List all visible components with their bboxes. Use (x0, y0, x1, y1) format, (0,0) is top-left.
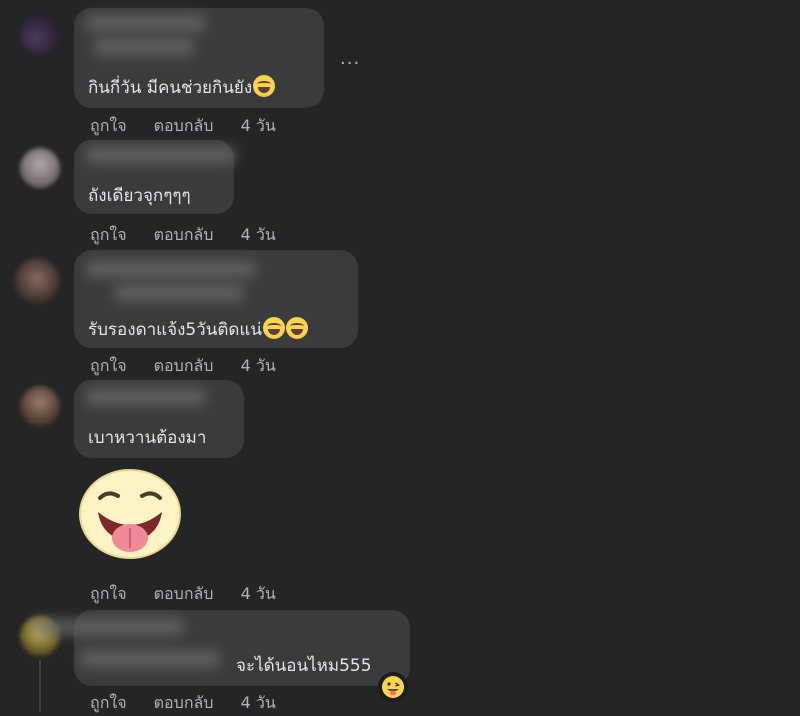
commenter-name-blurred (114, 284, 244, 302)
like-button[interactable]: ถูกใจ (90, 584, 127, 603)
comment-bubble: กินกี่วัน มีคนช่วยกินยัง (74, 8, 324, 108)
commenter-name-blurred (86, 14, 206, 32)
laugh-cry-emoji-icon (253, 75, 276, 97)
timestamp[interactable]: 4 วัน (241, 693, 276, 712)
timestamp[interactable]: 4 วัน (241, 225, 276, 244)
more-options-icon[interactable]: ... (340, 48, 360, 69)
reply-button[interactable]: ตอบกลับ (154, 693, 214, 712)
tongue-out-sticker-icon (79, 469, 181, 559)
avatar[interactable] (20, 14, 60, 54)
comment-actions: ถูกใจ ตอบกลับ 4 วัน (90, 354, 298, 379)
reply-button[interactable]: ตอบกลับ (154, 116, 214, 135)
timestamp[interactable]: 4 วัน (241, 356, 276, 375)
laugh-cry-emoji-icon (286, 317, 309, 339)
comment-text: รับรองดาแจ้ง5วันติดแน่ (88, 316, 309, 343)
like-button[interactable]: ถูกใจ (90, 225, 127, 244)
comment-bubble: รับรองดาแจ้ง5วันติดแน่ (74, 250, 358, 348)
commenter-name-blurred (80, 650, 220, 668)
comment-bubble: เบาหวานต้องมา (74, 380, 244, 458)
timestamp[interactable]: 4 วัน (241, 116, 276, 135)
commenter-name-blurred (86, 260, 256, 278)
like-button[interactable]: ถูกใจ (90, 356, 127, 375)
commenter-name-blurred (94, 38, 194, 56)
comment-text: เบาหวานต้องมา (88, 428, 207, 448)
avatar[interactable] (14, 258, 60, 304)
like-button[interactable]: ถูกใจ (90, 116, 127, 135)
reply-button[interactable]: ตอบกลับ (154, 225, 214, 244)
like-button[interactable]: ถูกใจ (90, 693, 127, 712)
laugh-cry-emoji-icon (263, 317, 286, 339)
comment-bubble: ถังเดียวจุกๆๆๆ (74, 140, 236, 214)
avatar[interactable] (20, 148, 60, 188)
comment-text: ถังเดียวจุกๆๆๆ (88, 186, 191, 206)
comment-actions: ถูกใจ ตอบกลับ 4 วัน (90, 691, 298, 716)
commenter-name-blurred (86, 388, 206, 406)
commenter-name-blurred (86, 146, 236, 164)
comment-text: กินกี่วัน มีคนช่วยกินยัง (88, 74, 276, 101)
reply-button[interactable]: ตอบกลับ (154, 356, 214, 375)
commenter-name-blurred (34, 618, 184, 636)
comment-text: จะได้นอนไหม555 (236, 656, 372, 676)
comment-bubble: จะได้นอนไหม555 (34, 610, 410, 686)
thread-line (39, 660, 41, 712)
avatar[interactable] (20, 386, 60, 426)
comment-actions: ถูกใจ ตอบกลับ 4 วัน (90, 582, 298, 607)
tongue-emoji-icon (378, 672, 408, 702)
reply-button[interactable]: ตอบกลับ (154, 584, 214, 603)
timestamp[interactable]: 4 วัน (241, 584, 276, 603)
comment-actions: ถูกใจ ตอบกลับ 4 วัน (90, 114, 298, 139)
comment-actions: ถูกใจ ตอบกลับ 4 วัน (90, 223, 298, 248)
